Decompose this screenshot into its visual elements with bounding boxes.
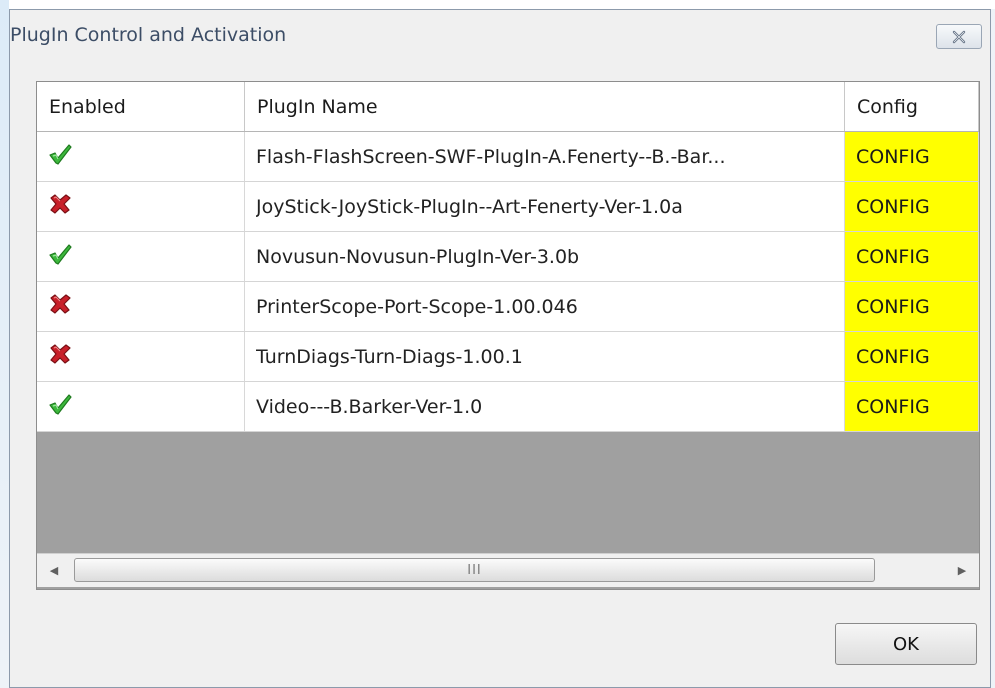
- header-plugin-name[interactable]: PlugIn Name: [245, 82, 845, 131]
- enabled-cell[interactable]: [37, 132, 245, 181]
- config-button[interactable]: CONFIG: [845, 382, 979, 431]
- plugin-name: PrinterScope-Port-Scope-1.00.046: [256, 295, 578, 318]
- red-x-icon[interactable]: [47, 292, 73, 321]
- red-x-icon[interactable]: [47, 192, 73, 221]
- close-button[interactable]: [936, 24, 982, 49]
- header-enabled[interactable]: Enabled: [37, 82, 245, 131]
- enabled-cell[interactable]: [37, 232, 245, 281]
- green-checkmark-icon[interactable]: [47, 142, 73, 171]
- plugin-name: JoyStick-JoyStick-PlugIn--Art-Fenerty-Ve…: [256, 195, 683, 218]
- plugin-grid: Enabled PlugIn Name Config Flash-FlashSc…: [36, 81, 980, 590]
- plugin-name-cell[interactable]: Novusun-Novusun-PlugIn-Ver-3.0b: [245, 232, 845, 281]
- grid-header: Enabled PlugIn Name Config: [37, 82, 979, 132]
- red-x-icon[interactable]: [47, 342, 73, 371]
- enabled-cell[interactable]: [37, 382, 245, 431]
- plugin-name: TurnDiags-Turn-Diags-1.00.1: [256, 345, 523, 368]
- table-row[interactable]: JoyStick-JoyStick-PlugIn--Art-Fenerty-Ve…: [37, 182, 979, 232]
- table-row[interactable]: TurnDiags-Turn-Diags-1.00.1 CONFIG: [37, 332, 979, 382]
- plugin-name-cell[interactable]: Video---B.Barker-Ver-1.0: [245, 382, 845, 431]
- horizontal-scrollbar[interactable]: ◀ III ▶: [37, 553, 979, 587]
- plugin-name: Flash-FlashScreen-SWF-PlugIn-A.Fenerty--…: [256, 145, 726, 168]
- header-config[interactable]: Config: [845, 82, 979, 131]
- table-row[interactable]: Novusun-Novusun-PlugIn-Ver-3.0b CONFIG: [37, 232, 979, 282]
- dialog-title: PlugIn Control and Activation: [10, 24, 287, 46]
- grid-rows: Flash-FlashScreen-SWF-PlugIn-A.Fenerty--…: [37, 132, 979, 432]
- scrollbar-grip: III: [467, 562, 482, 578]
- table-row[interactable]: PrinterScope-Port-Scope-1.00.046 CONFIG: [37, 282, 979, 332]
- enabled-cell[interactable]: [37, 282, 245, 331]
- plugin-name: Novusun-Novusun-PlugIn-Ver-3.0b: [256, 245, 580, 268]
- scroll-left-button[interactable]: ◀: [37, 554, 71, 587]
- config-button[interactable]: CONFIG: [845, 282, 979, 331]
- close-icon: [952, 30, 966, 43]
- table-row[interactable]: Flash-FlashScreen-SWF-PlugIn-A.Fenerty--…: [37, 132, 979, 182]
- config-button[interactable]: CONFIG: [845, 182, 979, 231]
- green-checkmark-icon[interactable]: [47, 242, 73, 271]
- plugin-dialog: PlugIn Control and Activation Enabled Pl…: [9, 9, 991, 688]
- enabled-cell[interactable]: [37, 182, 245, 231]
- config-button[interactable]: CONFIG: [845, 132, 979, 181]
- plugin-name: Video---B.Barker-Ver-1.0: [256, 395, 483, 418]
- scroll-left-arrow-icon: ◀: [49, 564, 59, 577]
- title-bar: PlugIn Control and Activation: [10, 10, 990, 65]
- desktop-background-top: [0, 0, 995, 9]
- desktop-background-left: [0, 0, 9, 688]
- ok-button[interactable]: OK: [835, 623, 977, 665]
- plugin-name-cell[interactable]: Flash-FlashScreen-SWF-PlugIn-A.Fenerty--…: [245, 132, 845, 181]
- config-button[interactable]: CONFIG: [845, 332, 979, 381]
- enabled-cell[interactable]: [37, 332, 245, 381]
- plugin-name-cell[interactable]: JoyStick-JoyStick-PlugIn--Art-Fenerty-Ve…: [245, 182, 845, 231]
- table-row[interactable]: Video---B.Barker-Ver-1.0 CONFIG: [37, 382, 979, 432]
- scroll-right-button[interactable]: ▶: [945, 554, 979, 587]
- config-button[interactable]: CONFIG: [845, 232, 979, 281]
- green-checkmark-icon[interactable]: [47, 392, 73, 421]
- scrollbar-thumb[interactable]: III: [74, 558, 875, 582]
- plugin-name-cell[interactable]: PrinterScope-Port-Scope-1.00.046: [245, 282, 845, 331]
- scroll-right-arrow-icon: ▶: [957, 564, 967, 577]
- plugin-name-cell[interactable]: TurnDiags-Turn-Diags-1.00.1: [245, 332, 845, 381]
